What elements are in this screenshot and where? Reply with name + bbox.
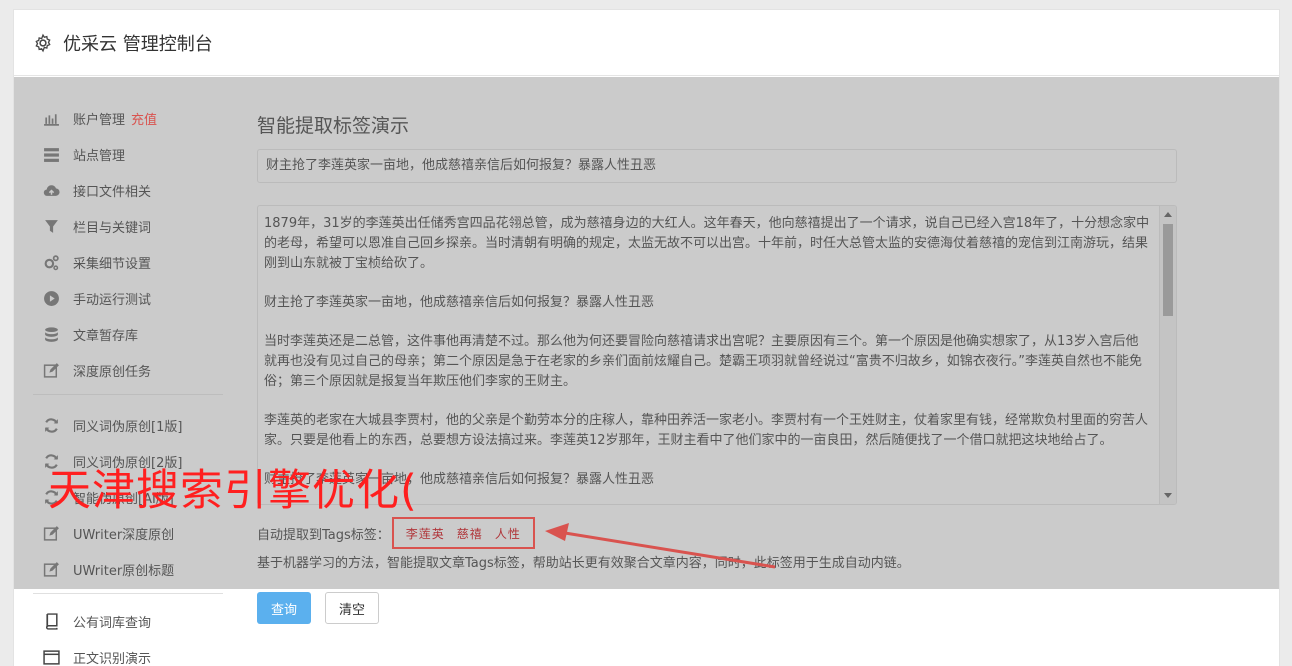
window-icon [43,649,60,665]
sidebar-item-manual-run[interactable]: 手动运行测试 [33,280,223,316]
sidebar-item-interface-files[interactable]: 接口文件相关 [33,172,223,208]
sidebar-divider [33,394,223,395]
article-paragraph: 财主抢了李莲英家一亩地，他成慈禧亲信后如何报复？暴露人性丑恶 [264,295,655,310]
sidebar-item-label: 文章暂存库 [73,328,139,344]
sidebar-item-label: UWriter原创标题 [73,563,175,579]
sidebar-item-label: UWriter深度原创 [73,527,175,543]
scroll-down-icon[interactable] [1164,493,1172,498]
database-icon [45,326,58,342]
sidebar-item-uwriter-deep[interactable]: UWriter深度原创 [33,515,223,551]
sidebar-item-text-recognition[interactable]: 正文识别演示 [33,639,223,666]
textarea-scrollbar[interactable] [1159,206,1176,504]
annotation-arrow-icon [545,523,776,569]
tag-item[interactable]: 人性 [495,525,521,542]
article-content: 1879年，31岁的李莲英出任储秀宫四品花翎总管，成为慈禧身边的大红人。这年春天… [258,206,1176,490]
tag-item[interactable]: 慈禧 [457,525,483,542]
sidebar-item-collect-settings[interactable]: 采集细节设置 [33,244,223,280]
bar-chart-icon [44,113,59,126]
edit-icon [43,362,59,378]
tag-item[interactable]: 李莲英 [406,525,445,542]
sidebar-item-deep-original-task[interactable]: 深度原创任务 [33,352,223,388]
scroll-up-icon[interactable] [1164,212,1172,217]
article-paragraph: 李莲英的老家在大城县李贾村，他的父亲是个勤劳本分的庄稼人，靠种田养活一家老小。李… [264,413,1149,448]
console-header: 优采云 管理控制台 [14,10,1279,76]
recharge-link[interactable]: 充值 [131,109,157,128]
sidebar-item-synonym-v1[interactable]: 同义词伪原创[1版] [33,407,223,443]
sidebar-item-label: 账户管理 [73,112,126,128]
sidebar-item-article-storage[interactable]: 文章暂存库 [33,316,223,352]
cloud-upload-icon [43,184,60,196]
edit-icon [43,525,59,541]
scroll-thumb[interactable] [1163,224,1173,316]
sidebar-item-label: 采集细节设置 [73,256,152,272]
page-title: 智能提取标签演示 [257,115,410,137]
book-icon [46,612,58,630]
clear-button[interactable]: 清空 [325,592,379,624]
sidebar-item-columns-keywords[interactable]: 栏目与关键词 [33,208,223,244]
sidebar-item-label: 正文识别演示 [73,651,152,666]
watermark-text: 天津搜索引擎优化( [48,466,418,516]
tags-highlight-box: 李莲英 慈禧 人性 [391,517,535,549]
sidebar-item-label: 同义词伪原创[1版] [73,419,183,435]
filter-icon [45,219,58,233]
sidebar-item-label: 站点管理 [73,148,126,164]
sidebar-item-account[interactable]: 账户管理 充值 [33,100,223,136]
list-icon [44,147,59,162]
sidebar-divider [33,593,223,594]
sidebar-item-public-lexicon[interactable]: 公有词库查询 [33,603,223,639]
gears-icon [44,254,59,270]
tags-row: 自动提取到Tags标签： 李莲英 慈禧 人性 [257,517,535,549]
sidebar-item-sites[interactable]: 站点管理 [33,136,223,172]
sidebar-item-label: 深度原创任务 [73,364,152,380]
tags-label: 自动提取到Tags标签： [257,527,390,543]
query-button[interactable]: 查询 [257,592,311,624]
sidebar: 账户管理 充值 站点管理 接口文件相关 栏目与关键词 采集细节设置 手动运行测试… [33,100,223,666]
refresh-icon [45,417,58,433]
article-paragraph: 1879年，31岁的李莲英出任储秀宫四品花翎总管，成为慈禧身边的大红人。这年春天… [264,216,1150,271]
play-circle-icon [44,290,59,306]
sidebar-item-label: 栏目与关键词 [73,220,152,236]
gear-icon [35,33,51,52]
console-title: 优采云 管理控制台 [63,33,213,55]
edit-icon [43,561,59,577]
article-paragraph: 当时李莲英还是二总管，这件事他再清楚不过。那么他为何还要冒险向慈禧请求出宫呢？主… [264,334,1142,389]
sidebar-item-label: 公有词库查询 [73,615,152,631]
sidebar-item-uwriter-title[interactable]: UWriter原创标题 [33,551,223,587]
sidebar-item-label: 接口文件相关 [73,184,152,200]
article-title-input[interactable]: 财主抢了李莲英家一亩地，他成慈禧亲信后如何报复？暴露人性丑恶 [257,149,1177,183]
sidebar-item-label: 手动运行测试 [73,292,152,308]
